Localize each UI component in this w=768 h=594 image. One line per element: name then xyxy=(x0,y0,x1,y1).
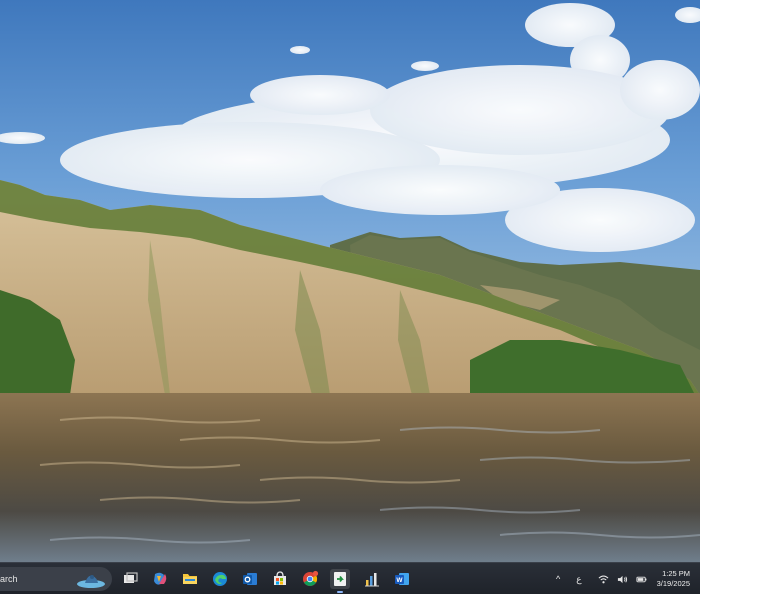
edge-browser-icon[interactable] xyxy=(210,569,230,589)
clock[interactable]: 1:25 PM 3/19/2025 xyxy=(657,569,690,589)
outlook-icon[interactable] xyxy=(240,569,260,589)
store-icon[interactable] xyxy=(270,569,290,589)
chrome-icon[interactable] xyxy=(300,569,320,589)
show-hidden-icons-chevron[interactable]: ^ xyxy=(556,574,560,584)
folder-icon[interactable] xyxy=(180,569,200,589)
volume-icon[interactable] xyxy=(617,574,628,585)
active-indicator xyxy=(337,591,343,593)
copilot-icon[interactable] xyxy=(150,569,170,589)
task-view-icon[interactable] xyxy=(120,569,140,589)
wallpaper-image xyxy=(0,0,700,562)
clock-date: 3/19/2025 xyxy=(656,579,690,588)
clock-time: 1:25 PM xyxy=(662,569,690,578)
search-placeholder: arch xyxy=(0,574,18,584)
chart-app-icon[interactable] xyxy=(362,569,382,589)
svg-text:W: W xyxy=(396,577,403,584)
green-arrow-app-icon[interactable] xyxy=(330,569,350,593)
battery-icon[interactable] xyxy=(636,574,647,585)
system-tray: ^ ع 1:25 PM 3/19/2025 xyxy=(552,563,700,594)
blank-margin xyxy=(700,0,768,594)
language-indicator[interactable]: ع xyxy=(576,574,581,585)
desktop[interactable] xyxy=(0,0,700,562)
wifi-icon[interactable] xyxy=(598,574,609,585)
taskbar: arch W ^ ع 1:25 PM 3/19/2025 xyxy=(0,562,700,594)
search-box[interactable]: arch xyxy=(0,567,112,591)
search-highlight-icon xyxy=(77,575,105,588)
word-icon[interactable]: W xyxy=(392,569,412,589)
